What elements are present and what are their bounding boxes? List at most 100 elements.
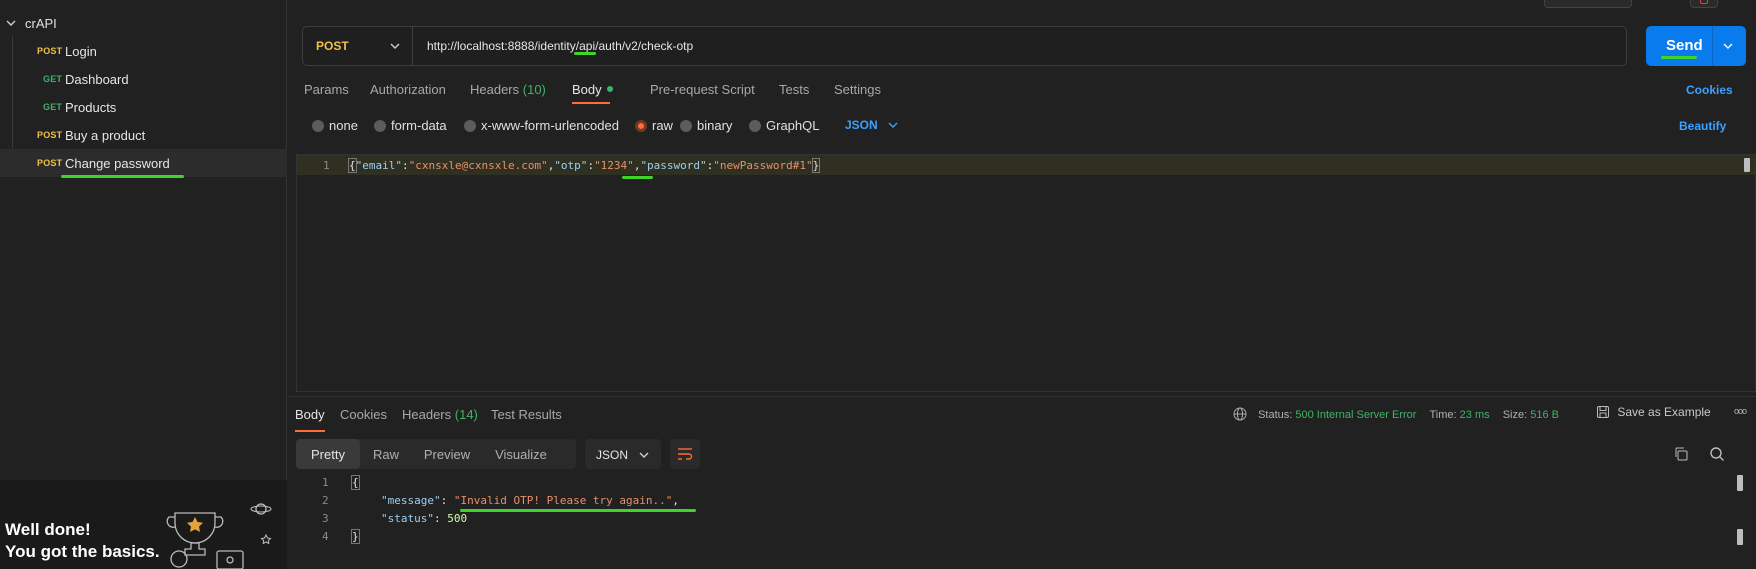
radio-graphql[interactable]: GraphQL — [749, 118, 819, 133]
record-icon — [1700, 0, 1708, 4]
sidebar-item-change-password[interactable]: POST Change password — [0, 149, 287, 177]
line-number: 3 — [322, 512, 329, 525]
send-button-label: Send — [1666, 37, 1703, 54]
method-badge: GET — [43, 74, 63, 84]
response-format-value: JSON — [596, 448, 629, 462]
radio-raw[interactable]: raw — [635, 118, 673, 133]
active-tab-indicator — [572, 102, 610, 104]
response-meta: Status: 500 Internal Server Error Time: … — [1233, 407, 1559, 421]
trophy-illustration-icon — [166, 503, 272, 569]
copy-icon[interactable] — [1673, 446, 1689, 462]
request-body-code: {"email":"cxnsxle@cxnsxle.com","otp":"12… — [348, 158, 821, 173]
size-label: Size: — [1502, 409, 1528, 421]
cookies-link[interactable]: Cookies — [1686, 83, 1733, 97]
radio-x-www-form-urlencoded[interactable]: x-www-form-urlencoded — [464, 118, 619, 133]
highlight-underline — [61, 175, 184, 178]
line-number: 4 — [322, 530, 329, 543]
chevron-down-icon — [639, 452, 649, 458]
method-badge: POST — [37, 158, 63, 168]
modified-dot-icon — [606, 86, 613, 92]
request-body-editor[interactable]: 1 {"email":"cxnsxle@cxnsxle.com","otp":"… — [296, 154, 1756, 392]
chevron-down-icon[interactable] — [5, 17, 17, 29]
top-toolbar-icon-button[interactable] — [1690, 0, 1718, 8]
radio-icon — [374, 120, 386, 132]
response-panel: Body Cookies Headers (14) Test Results S… — [288, 396, 1756, 569]
view-raw[interactable]: Raw — [360, 439, 412, 469]
json-close-brace: } — [351, 529, 360, 544]
sidebar-item-login[interactable]: POST Login — [0, 37, 287, 65]
save-icon — [1597, 406, 1609, 418]
view-visualize[interactable]: Visualize — [482, 439, 560, 469]
scrollbar-thumb[interactable] — [1744, 158, 1750, 172]
save-as-example-button[interactable]: Save as Example — [1596, 405, 1711, 419]
json-message-line: "message": "Invalid OTP! Please try agai… — [381, 494, 680, 507]
status-value[interactable]: 500 Internal Server Error — [1295, 409, 1416, 421]
top-toolbar-button[interactable] — [1544, 0, 1632, 8]
search-icon[interactable] — [1709, 446, 1725, 462]
tab-response-body[interactable]: Body — [295, 407, 325, 422]
tab-response-headers[interactable]: Headers (14) — [402, 407, 478, 422]
sidebar-item-label: Change password — [65, 156, 170, 171]
radio-form-data[interactable]: form-data — [374, 118, 447, 133]
collection-name: crAPI — [25, 16, 57, 31]
request-url-bar: POST http://localhost:8888/identity/api/… — [302, 26, 1627, 66]
size-value[interactable]: 516 B — [1530, 409, 1559, 421]
sidebar-item-label: Login — [65, 44, 97, 59]
main-panel: POST http://localhost:8888/identity/api/… — [288, 0, 1756, 569]
url-input[interactable]: http://localhost:8888/identity/api/auth/… — [427, 39, 693, 53]
scrollbar-thumb[interactable] — [1737, 475, 1743, 491]
send-button[interactable]: Send — [1646, 26, 1746, 66]
headers-count: (14) — [454, 407, 478, 422]
highlight-underline — [1661, 56, 1697, 59]
method-select-value: POST — [316, 39, 349, 53]
more-options-icon[interactable]: ooo — [1734, 406, 1747, 416]
chevron-down-icon — [390, 43, 400, 49]
scrollbar-thumb[interactable] — [1737, 529, 1743, 545]
radio-binary[interactable]: binary — [680, 118, 732, 133]
radio-none[interactable]: none — [312, 118, 358, 133]
sidebar: crAPI POST Login GET Dashboard GET Produ… — [0, 0, 287, 569]
sidebar-item-buy-a-product[interactable]: POST Buy a product — [0, 121, 287, 149]
method-select[interactable]: POST — [303, 27, 413, 65]
tab-pre-request-script[interactable]: Pre-request Script — [650, 82, 755, 97]
line-number: 2 — [322, 494, 329, 507]
sidebar-item-label: Buy a product — [65, 128, 146, 143]
sidebar-item-label: Products — [65, 100, 117, 115]
body-format-select[interactable]: JSON — [845, 118, 899, 132]
sidebar-item-products[interactable]: GET Products — [0, 93, 287, 121]
tab-test-results[interactable]: Test Results — [491, 407, 562, 422]
view-pretty[interactable]: Pretty — [296, 439, 360, 469]
tab-response-cookies[interactable]: Cookies — [340, 407, 387, 422]
sidebar-item-label: Dashboard — [65, 72, 129, 87]
time-value[interactable]: 23 ms — [1460, 409, 1490, 421]
wrap-lines-button[interactable] — [670, 439, 700, 469]
time-label: Time: — [1429, 409, 1457, 421]
tab-headers[interactable]: Headers (10) — [470, 82, 546, 97]
highlight-underline — [460, 509, 696, 512]
active-tab-indicator — [295, 430, 325, 432]
json-open-brace: { — [351, 475, 360, 490]
sidebar-item-dashboard[interactable]: GET Dashboard — [0, 65, 287, 93]
tab-body[interactable]: Body — [572, 82, 613, 97]
headers-count: (10) — [522, 82, 546, 97]
chevron-down-icon[interactable] — [1722, 41, 1734, 51]
radio-icon — [680, 120, 692, 132]
highlight-underline — [574, 52, 596, 55]
tab-authorization[interactable]: Authorization — [370, 82, 446, 97]
beautify-button[interactable]: Beautify — [1679, 119, 1726, 133]
chevron-down-icon — [888, 122, 898, 128]
json-status-line: "status": 500 — [381, 512, 468, 525]
divider — [1712, 26, 1713, 66]
tab-settings[interactable]: Settings — [834, 82, 881, 97]
view-preview[interactable]: Preview — [412, 439, 482, 469]
response-format-select[interactable]: JSON — [585, 439, 661, 469]
response-view-toggle: Pretty Raw Preview Visualize — [296, 439, 576, 469]
line-number: 1 — [322, 476, 329, 489]
radio-selected-icon — [635, 120, 647, 132]
status-label: Status: — [1258, 409, 1293, 421]
method-badge: POST — [37, 130, 63, 140]
globe-icon[interactable] — [1233, 407, 1247, 421]
method-badge: POST — [37, 46, 63, 56]
tab-tests[interactable]: Tests — [779, 82, 809, 97]
tab-params[interactable]: Params — [304, 82, 349, 97]
